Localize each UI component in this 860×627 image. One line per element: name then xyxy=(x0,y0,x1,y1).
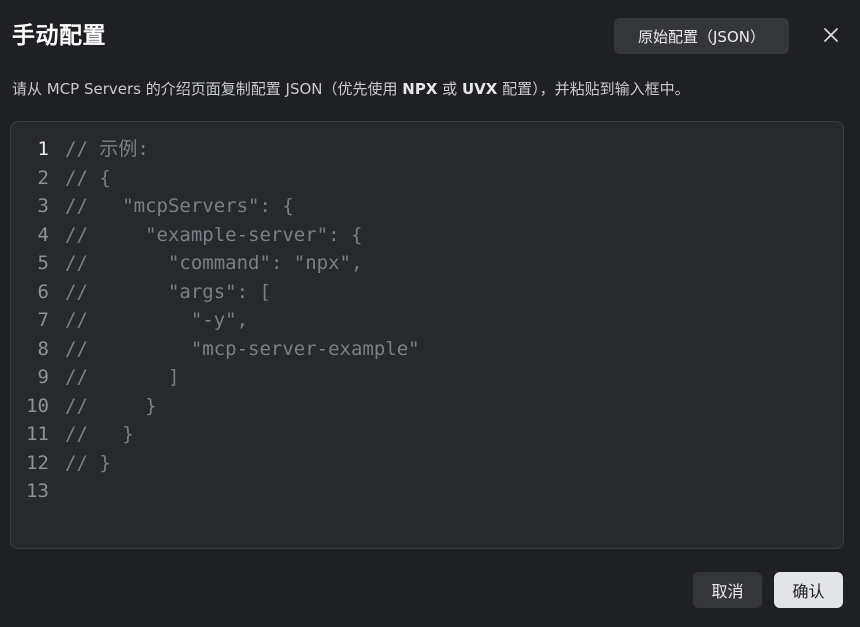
raw-config-json-button[interactable]: 原始配置（JSON） xyxy=(614,18,789,54)
line-text: // "command": "npx", xyxy=(65,252,363,274)
line-number: 6 xyxy=(37,280,49,303)
line-number: 5 xyxy=(37,252,49,274)
close-button[interactable] xyxy=(818,22,844,48)
line-text: // 示例: xyxy=(65,138,149,160)
code-line: 6 // "args": [ xyxy=(11,278,843,307)
instructions-prefix: 请从 MCP Servers 的介绍页面复制配置 JSON（优先使用 xyxy=(12,80,403,98)
uvx-keyword: UVX xyxy=(461,80,498,98)
manual-config-dialog: 手动配置 原始配置（JSON） 请从 MCP Servers 的介绍页面复制配置… xyxy=(0,0,860,627)
line-text: // { xyxy=(65,166,111,189)
code-line: 3 // "mcpServers": { xyxy=(11,192,843,221)
code-line: 11 // } xyxy=(11,420,843,449)
line-number: 3 xyxy=(37,195,49,217)
line-text: // "args": [ xyxy=(65,280,271,303)
code-line: 4 // "example-server": { xyxy=(11,221,843,250)
line-number: 7 xyxy=(37,309,49,331)
line-text: // } xyxy=(65,451,111,474)
instructions-or: 或 xyxy=(437,80,462,98)
line-number: 8 xyxy=(37,337,49,360)
instructions-suffix: 配置），并粘贴到输入框中。 xyxy=(497,80,690,98)
line-number: 11 xyxy=(26,423,49,445)
line-text: // "mcp-server-example" xyxy=(65,337,420,360)
code-line: 10 // } xyxy=(11,392,843,421)
line-text xyxy=(49,477,65,506)
code-lines: 1 // 示例: 2 // { 3 // "mcpServers": { 4 // "exam… xyxy=(11,135,843,506)
confirm-button[interactable]: 确认 xyxy=(774,572,843,608)
code-line: 12 // } xyxy=(11,449,843,478)
instructions-text: 请从 MCP Servers 的介绍页面复制配置 JSON（优先使用 NPX 或… xyxy=(12,77,690,101)
dialog-title: 手动配置 xyxy=(12,23,106,49)
line-text: // "mcpServers": { xyxy=(65,195,294,217)
code-line: 1 // 示例: xyxy=(11,135,843,164)
line-number: 1 xyxy=(37,138,49,160)
line-text: // } xyxy=(65,423,134,445)
line-text: // ] xyxy=(65,366,180,388)
line-text: // } xyxy=(65,394,157,417)
line-number: 13 xyxy=(26,480,49,502)
code-line: 5 // "command": "npx", xyxy=(11,249,843,278)
code-line: 7 // "-y", xyxy=(11,306,843,335)
code-line: 9 // ] xyxy=(11,363,843,392)
code-line: 2 // { xyxy=(11,164,843,193)
line-text: // "-y", xyxy=(65,309,249,331)
line-number: 12 xyxy=(26,451,49,474)
cancel-button[interactable]: 取消 xyxy=(693,572,762,608)
close-icon xyxy=(824,28,838,42)
line-number: 4 xyxy=(37,223,49,246)
json-config-editor[interactable]: 1 // 示例: 2 // { 3 // "mcpServers": { 4 // "exam… xyxy=(10,121,844,549)
line-number: 2 xyxy=(37,166,49,189)
line-text: // "example-server": { xyxy=(65,223,363,246)
code-line: 13 xyxy=(11,477,843,506)
npx-keyword: NPX xyxy=(402,80,438,98)
line-number: 9 xyxy=(37,366,49,388)
line-number: 10 xyxy=(26,394,49,417)
code-line: 8 // "mcp-server-example" xyxy=(11,335,843,364)
